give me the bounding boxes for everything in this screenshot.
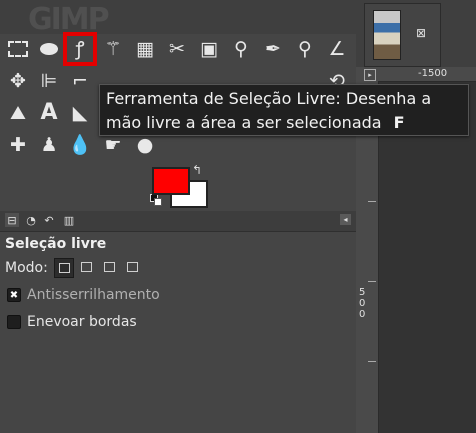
mode-label: Modo: [5,260,48,276]
dock-menu-icon[interactable]: ◂ [340,214,351,225]
antialias-label: Antisserrilhamento [27,287,160,303]
ruler-tick [368,281,376,282]
ruler-tick [368,201,376,202]
paint-bucket-tool-icon[interactable]: ◣ [67,100,93,126]
crop-tool-icon[interactable]: ⌐ [67,68,93,94]
ruler-top-label: -1500 [418,68,448,79]
feather-edges-label: Enevoar bordas [27,314,137,330]
free-select-tooltip: Ferramenta de Seleção Livre: Desenha a m… [99,84,469,136]
tool-options-tab-icon[interactable]: ⊟ [5,213,19,227]
fuzzy-select-tool-icon[interactable]: ⚚ [100,36,126,62]
horizontal-ruler[interactable]: ▸ -1500 [356,67,476,82]
mode-add-button[interactable] [77,258,95,276]
wilber-logo: GIMP [28,2,110,37]
move-tool-icon[interactable]: ✥ [5,68,31,94]
feather-edges-checkbox[interactable] [7,315,21,329]
tooltip-shortcut: F [393,113,405,132]
mode-replace-button[interactable] [54,258,74,278]
tool-options-panel: Seleção livre Modo: ✖ Antisserrilhamento… [0,232,356,433]
foreground-select-tool-icon[interactable]: ▣ [196,36,222,62]
rect-select-tool-icon[interactable] [5,36,31,62]
swap-colors-icon[interactable]: ↰ [192,163,202,177]
zoom-tool-icon[interactable]: ⚲ [292,36,318,62]
color-picker-tool-icon[interactable]: ✒ [260,36,286,62]
select-by-color-tool-icon[interactable]: ▦ [132,36,158,62]
images-tab-icon[interactable]: ▥ [62,213,76,227]
free-select-tool-icon[interactable]: ꝭ [63,32,97,66]
image-close-icon[interactable]: ⊠ [416,26,426,40]
blur-tool-icon[interactable]: 💧 [67,132,93,158]
feather-edges-option[interactable]: Enevoar bordas [7,313,137,331]
measure-tool-icon[interactable]: ∠ [324,36,350,62]
dock-tab-bar: ⊟ ◔ ↶ ▥ ◂ [0,211,356,232]
image-thumbnail[interactable] [373,10,401,60]
mode-intersect-button[interactable] [123,258,141,276]
undo-history-tab-icon[interactable]: ↶ [42,213,56,227]
bucket-fill-tool-icon[interactable]: ⛰ [5,100,31,126]
navigation-corner-icon[interactable]: ▸ [364,69,376,81]
tooltip-line-1: Ferramenta de Seleção Livre: Desenha a [106,89,432,108]
ruler-left-label: 500 [359,287,366,320]
clone-tool-icon[interactable]: ♟ [36,132,62,158]
text-tool-icon[interactable]: A [36,100,62,126]
device-status-tab-icon[interactable]: ◔ [24,213,38,227]
image-tab-strip: ⊠ [356,0,476,67]
image-window-area: ⊠ ▸ -1500 500 [356,0,476,433]
default-colors-icon[interactable] [150,194,162,206]
toolbox-header: GIMP [0,0,356,37]
align-tool-icon[interactable]: ⊫ [36,68,62,94]
toolbox-panel: GIMP ꝭ ⚚ ▦ ✂ ▣ ⚲ ✒ ⚲ ∠ ✥ ⊫ ⌐ ⟲ ⛰ A ◣ ✚ ♟… [0,0,356,433]
tooltip-line-2-text: mão livre a área a ser selecionada [106,113,382,132]
scissors-select-tool-icon[interactable]: ✂ [164,36,190,62]
antialias-checkbox[interactable]: ✖ [7,288,21,302]
paths-tool-icon[interactable]: ⚲ [228,36,254,62]
ellipse-select-tool-icon[interactable] [36,36,62,62]
mode-subtract-button[interactable] [100,258,118,276]
foreground-color-swatch[interactable] [152,167,190,195]
tooltip-line-2: mão livre a área a ser selecionada F [106,111,468,135]
heal-tool-icon[interactable]: ✚ [5,132,31,158]
ruler-tick [368,361,376,362]
antialias-option[interactable]: ✖ Antisserrilhamento [7,286,160,304]
tool-options-title: Seleção livre [5,236,107,252]
